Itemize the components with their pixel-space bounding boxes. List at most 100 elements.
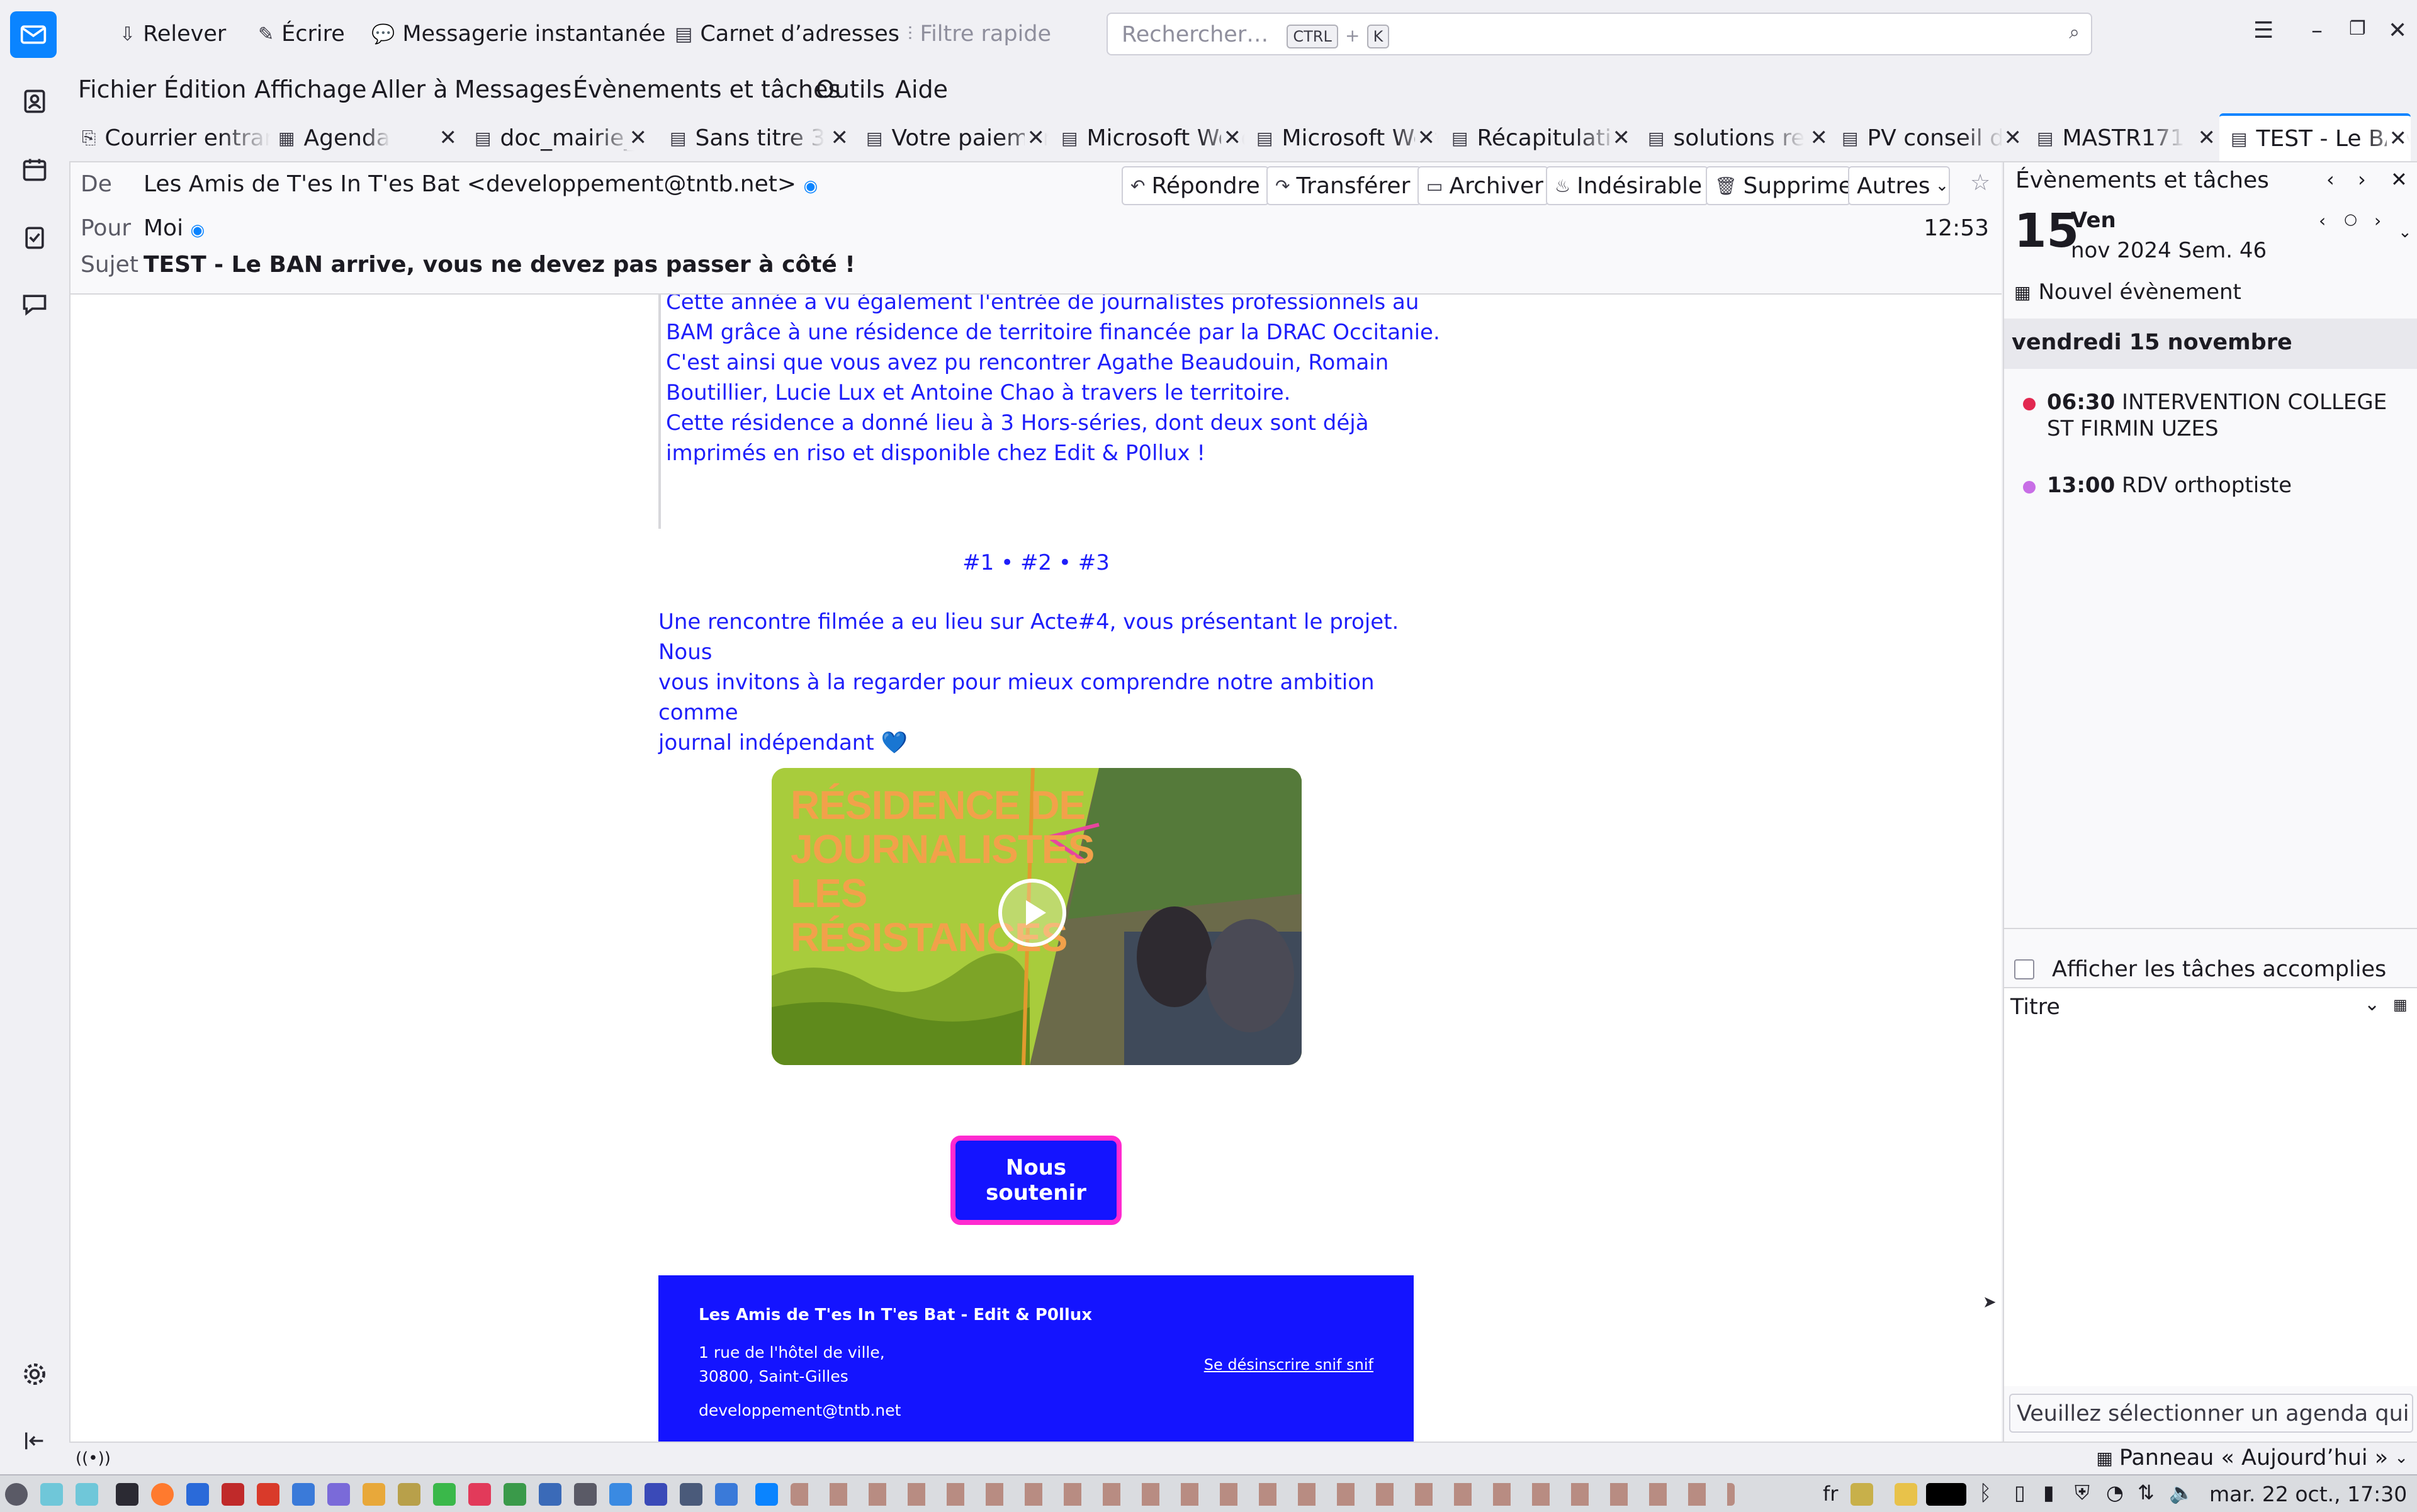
tab-doc-mairie[interactable]: ▤ doc_mairie_ ✕ <box>475 116 651 160</box>
from-value[interactable]: Les Amis de T'es In T'es Bat <developpem… <box>144 171 818 197</box>
sort-chevron-icon[interactable]: ⌄ <box>2364 993 2380 1015</box>
junk-button[interactable]: ♨ Indésirable <box>1546 166 1708 205</box>
menu-outils[interactable]: Outils <box>816 76 885 103</box>
forward-button[interactable]: ↷ Transférer <box>1266 166 1421 205</box>
to-address[interactable]: Moi <box>144 215 183 241</box>
firefox-icon[interactable] <box>151 1483 174 1506</box>
system-clock[interactable]: mar. 22 oct., 17:30 <box>2209 1482 2407 1506</box>
mini-prev-icon[interactable]: ‹ <box>2319 210 2326 231</box>
text-editor-icon[interactable] <box>186 1483 209 1506</box>
settings-gear-icon[interactable] <box>14 1353 55 1395</box>
show-completed-tasks[interactable]: Afficher les tâches accomplies <box>2014 957 2386 982</box>
from-address[interactable]: Les Amis de T'es In T'es Bat <developpem… <box>144 171 796 197</box>
close-tab-icon[interactable]: ✕ <box>2195 125 2216 150</box>
search-icon[interactable]: ⌕ <box>2069 21 2080 43</box>
tab-sans-titre-3[interactable]: ▤ Sans titre 3 ✕ <box>670 116 852 160</box>
app-icon[interactable] <box>715 1483 738 1506</box>
show-completed-checkbox[interactable] <box>2014 959 2034 979</box>
app-icon[interactable] <box>363 1483 385 1506</box>
hors-serie-2-link[interactable]: #2 <box>1020 550 1052 575</box>
app-icon[interactable] <box>222 1483 244 1506</box>
mail-icon[interactable] <box>292 1483 315 1506</box>
document-icon[interactable] <box>327 1483 350 1506</box>
online-status-icon[interactable]: ((•)) <box>76 1449 111 1468</box>
close-tab-icon[interactable]: ✕ <box>1807 125 1828 150</box>
chat-space-icon[interactable] <box>14 283 55 325</box>
menu-messages[interactable]: Messages <box>454 76 572 103</box>
to-value[interactable]: Moi ◉ <box>144 215 205 241</box>
filezilla-icon[interactable] <box>257 1483 279 1506</box>
calendar-space-icon[interactable] <box>14 149 55 190</box>
collapse-spaces-icon[interactable] <box>14 1420 55 1462</box>
tab-mastr171[interactable]: ▤ MASTR171 ✕ <box>2037 116 2219 160</box>
previous-day-icon[interactable]: ‹ <box>2326 167 2335 191</box>
contact-badge-icon[interactable]: ◉ <box>803 177 818 196</box>
app-icon[interactable] <box>433 1483 456 1506</box>
tab-votre-paiement[interactable]: ▤ Votre paiement ✕ <box>866 116 1049 160</box>
close-tab-icon[interactable]: ✕ <box>2386 126 2407 151</box>
hors-serie-3-link[interactable]: #3 <box>1078 550 1110 575</box>
tray-folder-icon[interactable] <box>1895 1483 1917 1506</box>
support-button[interactable]: Nous soutenir <box>950 1136 1122 1225</box>
terminal-icon[interactable] <box>116 1483 138 1506</box>
delete-button[interactable]: 🗑 Supprimer <box>1706 166 1862 205</box>
unsubscribe-link[interactable]: Se désinscrire snif snif <box>1204 1356 1373 1374</box>
close-tab-icon[interactable]: ✕ <box>436 125 457 150</box>
app-icon[interactable] <box>539 1483 561 1506</box>
app-icon[interactable] <box>680 1483 702 1506</box>
menu-edition[interactable]: Édition <box>164 76 246 103</box>
close-tab-icon[interactable]: ✕ <box>626 125 647 150</box>
wifi-icon[interactable]: ◔ <box>2106 1481 2124 1504</box>
footer-email[interactable]: developpement@tntb.net <box>699 1401 901 1419</box>
menu-aide[interactable]: Aide <box>895 76 948 103</box>
shield-icon[interactable]: ⛨ <box>2075 1481 2090 1505</box>
task-column-header[interactable]: Titre ⌄ ▦ <box>2004 987 2417 1029</box>
write-button[interactable]: ✎ Écrire <box>258 15 345 53</box>
get-messages-button[interactable]: ⇩ Relever <box>120 15 226 53</box>
close-window-icon[interactable]: ✕ <box>2388 18 2407 43</box>
more-button[interactable]: Autres ⌄ <box>1848 166 1950 205</box>
close-tab-icon[interactable]: ✕ <box>828 125 848 150</box>
folder-icon[interactable] <box>76 1483 98 1506</box>
app-icon[interactable] <box>398 1483 420 1506</box>
contact-badge-icon[interactable]: ◉ <box>191 221 205 240</box>
reply-button[interactable]: ↶ Répondre <box>1122 166 1269 205</box>
app-icon[interactable] <box>609 1483 632 1506</box>
mail-space-icon[interactable] <box>10 11 57 58</box>
search-input[interactable]: Rechercher… CTRL + K ⌕ <box>1107 13 2092 55</box>
tasks-space-icon[interactable] <box>14 217 55 258</box>
close-pane-icon[interactable]: ✕ <box>2391 167 2408 191</box>
quick-filter-button[interactable]: ⫶ Filtre rapide <box>908 15 1051 53</box>
tab-microsoft-word-2[interactable]: ▤ Microsoft Word ✕ <box>1256 116 1439 160</box>
start-menu-icon[interactable] <box>5 1483 28 1506</box>
tray-preview[interactable] <box>1926 1483 1966 1506</box>
tab-courrier-entrant[interactable]: ⎘ Courrier entrant <box>82 116 271 160</box>
star-icon[interactable]: ☆ <box>1970 170 1990 196</box>
today-pane-toggle[interactable]: ▦ Panneau « Aujourd’hui » ⌄ <box>2096 1445 2408 1470</box>
battery-icon[interactable]: ▮ <box>2043 1481 2054 1504</box>
minimize-icon[interactable]: – <box>2311 18 2323 43</box>
close-tab-icon[interactable]: ✕ <box>1414 125 1435 150</box>
menu-fichier[interactable]: Fichier <box>78 76 156 103</box>
close-tab-icon[interactable]: ✕ <box>1024 125 1045 150</box>
menu-affichage[interactable]: Affichage <box>254 76 367 103</box>
tab-pv-conseil[interactable]: ▤ PV conseil d ✕ <box>1842 116 2025 160</box>
new-task-input[interactable]: Veuillez sélectionner un agenda qui ne <box>2009 1394 2413 1433</box>
app-icon[interactable] <box>574 1483 597 1506</box>
tab-microsoft-word-1[interactable]: ▤ Microsoft Word ✕ <box>1061 116 1245 160</box>
hors-serie-1-link[interactable]: #1 <box>962 550 994 575</box>
volume-icon[interactable]: 🔈 <box>2169 1481 2194 1504</box>
address-book-space-icon[interactable] <box>14 81 55 122</box>
column-picker-icon[interactable]: ▦ <box>2393 996 2408 1013</box>
restore-icon[interactable]: ❐ <box>2349 18 2366 40</box>
folder-icon[interactable] <box>40 1483 63 1506</box>
chat-button[interactable]: 💬 Messagerie instantanée <box>371 15 665 53</box>
app-icon[interactable] <box>645 1483 667 1506</box>
tab-agenda[interactable]: ▦ Agenda ✕ <box>278 116 461 160</box>
close-tab-icon[interactable]: ✕ <box>1220 125 1241 150</box>
archive-button[interactable]: ▭ Archiver <box>1417 166 1548 205</box>
open-windows-strip[interactable] <box>791 1483 1735 1506</box>
close-tab-icon[interactable]: ✕ <box>2001 125 2022 150</box>
tab-test-le-ban[interactable]: ▤ TEST - Le BAN ✕ <box>2219 113 2411 161</box>
tab-solutions[interactable]: ▤ solutions re ✕ <box>1648 116 1832 160</box>
